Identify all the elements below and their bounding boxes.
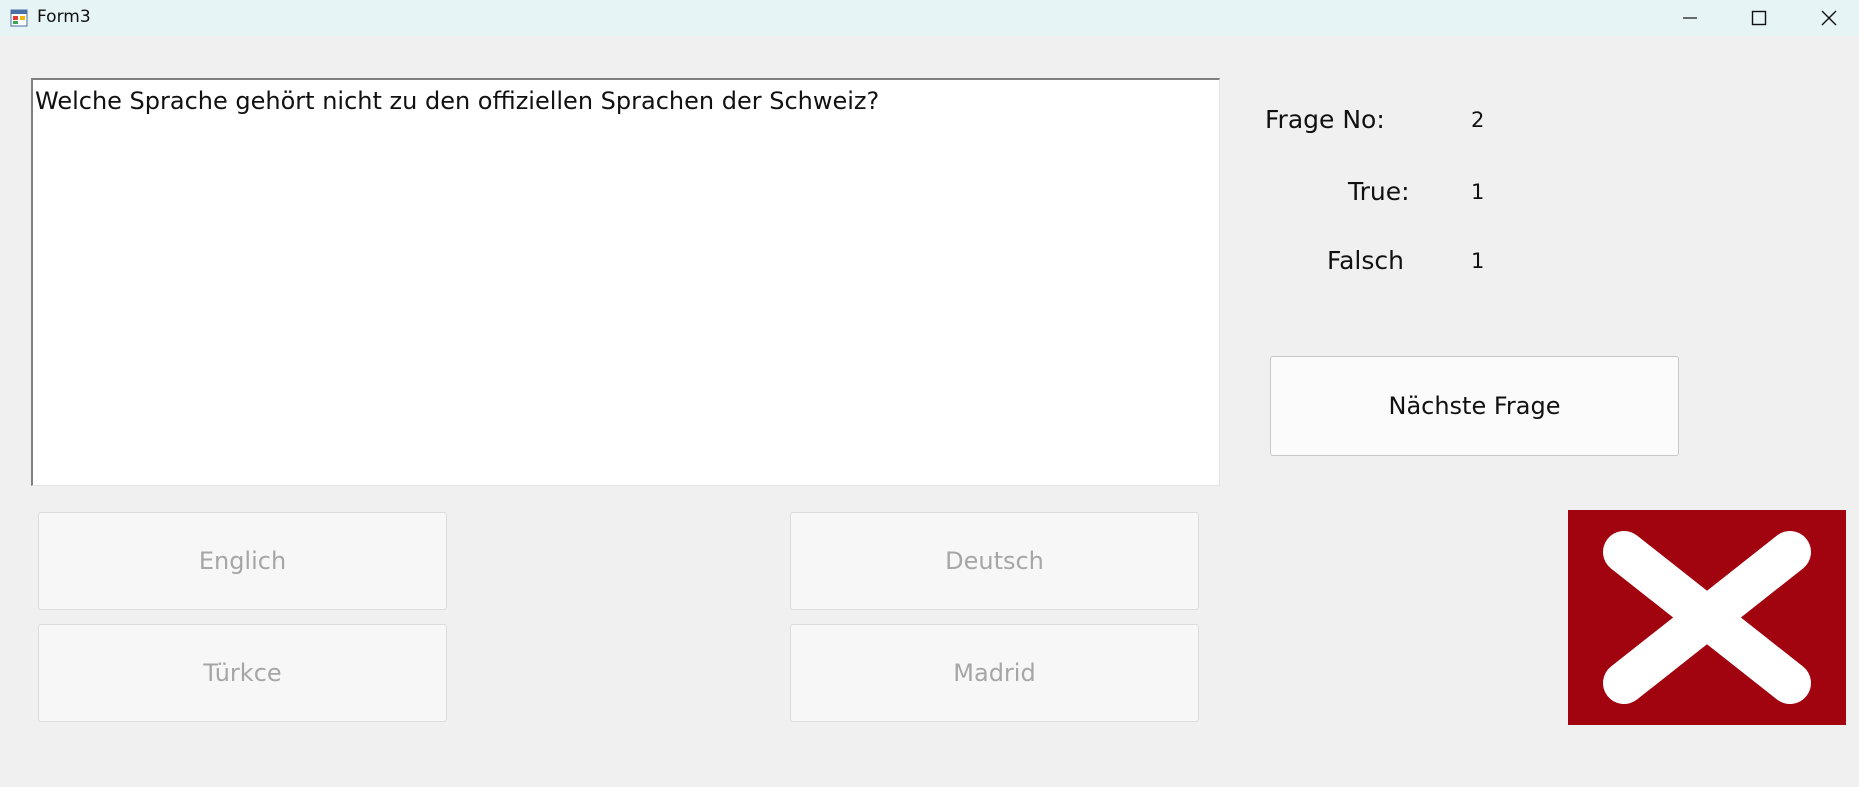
false-count-value: 1 [1471,249,1485,273]
true-count-value: 1 [1471,180,1485,204]
next-question-button[interactable]: Nächste Frage [1270,356,1679,456]
answer-button-4[interactable]: Madrid [790,624,1199,722]
window-title: Form3 [37,7,91,27]
result-image [1568,510,1846,725]
question-text: Welche Sprache gehört nicht zu den offiz… [35,87,880,115]
title-bar: Form3 [0,0,1859,36]
question-number-value: 2 [1471,108,1485,132]
close-button[interactable] [1796,0,1859,36]
maximize-button[interactable] [1726,0,1792,36]
minimize-icon [1683,17,1697,19]
answer-button-3[interactable]: Türkce [38,624,447,722]
wrong-x-icon [1603,531,1811,704]
answer-button-1[interactable]: Englich [38,512,447,610]
answer-button-2[interactable]: Deutsch [790,512,1199,610]
minimize-button[interactable] [1657,0,1723,36]
question-number-label: Frage No: [1265,105,1385,134]
app-icon [10,9,28,27]
maximize-icon [1751,10,1767,26]
false-count-label: Falsch [1327,246,1404,275]
true-count-label: True: [1348,177,1410,206]
close-icon [1821,10,1837,26]
question-textbox[interactable]: Welche Sprache gehört nicht zu den offiz… [31,78,1220,486]
